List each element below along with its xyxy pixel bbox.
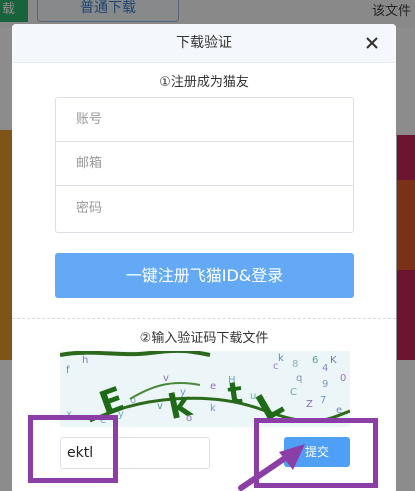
captcha-code-input[interactable]: [61, 438, 209, 468]
submit-button[interactable]: 提交: [284, 437, 350, 467]
svg-text:k: k: [210, 403, 216, 414]
svg-text:0: 0: [340, 373, 346, 384]
verify-section-title: ②输入验证码下载文件: [139, 331, 269, 346]
register-section-title: ①注册成为猫友: [159, 75, 249, 90]
email-input[interactable]: [56, 142, 353, 185]
close-icon[interactable]: [362, 33, 382, 53]
svg-text:e: e: [210, 381, 216, 392]
svg-text:h: h: [82, 355, 88, 366]
svg-text:x: x: [66, 409, 72, 420]
svg-text:7: 7: [320, 395, 326, 406]
download-verify-dialog: 下载验证 ①注册成为猫友 一键注册飞猫ID&登录 ②输入验证码下载文件 f h: [12, 24, 396, 491]
svg-text:q: q: [296, 373, 302, 384]
password-row: [56, 186, 353, 230]
svg-text:v: v: [163, 373, 169, 384]
svg-text:C: C: [290, 387, 297, 398]
svg-text:K: K: [330, 355, 337, 366]
dialog-title: 下载验证: [176, 35, 232, 51]
register-login-button[interactable]: 一键注册飞猫ID&登录: [55, 253, 354, 298]
captcha-code-field: [60, 437, 210, 469]
section-divider: [12, 318, 396, 319]
svg-text:4: 4: [322, 363, 328, 374]
password-input[interactable]: [56, 186, 353, 230]
svg-text:k: k: [165, 384, 197, 427]
captcha-image[interactable]: f h x o v y v e H u c k 8 q 6 4 K 9 0 7: [60, 351, 350, 427]
svg-text:8: 8: [292, 359, 298, 370]
dialog-header: 下载验证: [12, 24, 396, 63]
email-row: [56, 142, 353, 186]
svg-text:f: f: [66, 365, 70, 376]
svg-text:t: t: [226, 376, 245, 413]
svg-text:6: 6: [312, 355, 318, 366]
svg-text:L: L: [250, 383, 290, 427]
svg-text:v: v: [157, 401, 163, 412]
account-input[interactable]: [56, 98, 353, 141]
svg-text:Z: Z: [306, 399, 313, 410]
svg-text:9: 9: [322, 379, 328, 390]
register-form: [55, 97, 354, 233]
account-row: [56, 98, 353, 142]
svg-text:k: k: [278, 353, 284, 364]
